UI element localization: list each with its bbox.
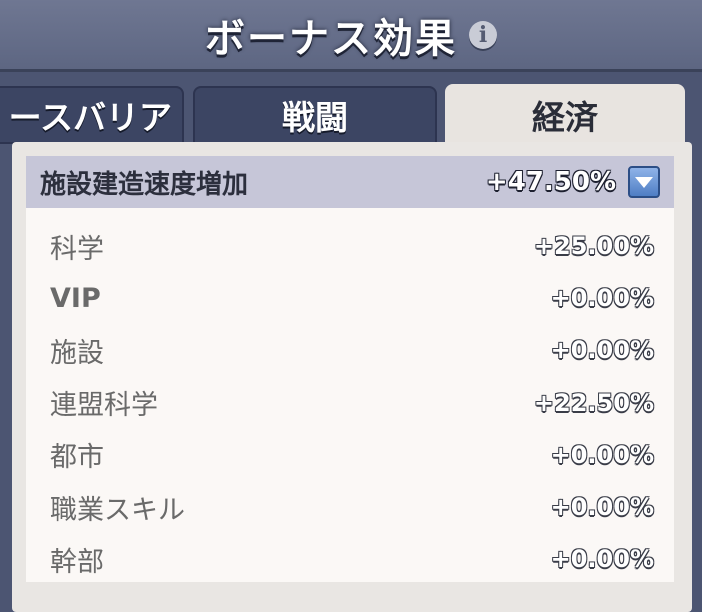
- page-title: ボーナス効果: [205, 15, 457, 62]
- bonus-panel: 施設建造速度増加 +47.50% 科学 +25.00% VIP +0.00% 施…: [12, 142, 692, 612]
- item-value: +22.50%: [533, 388, 654, 417]
- list-item: 職業スキル +0.00%: [26, 481, 674, 533]
- item-value: +0.00%: [550, 284, 654, 313]
- list-item: 都市 +0.00%: [26, 429, 674, 481]
- item-value: +0.00%: [550, 336, 654, 365]
- list-item: 施設 +0.00%: [26, 324, 674, 376]
- tab-label: 戦闘: [282, 98, 348, 137]
- tab-economy[interactable]: 経済: [445, 84, 685, 146]
- item-value: +0.00%: [550, 545, 654, 574]
- chevron-down-icon[interactable]: [628, 166, 660, 198]
- tab-battle[interactable]: 戦闘: [193, 86, 437, 144]
- item-label: 連盟科学: [50, 390, 158, 422]
- summary-label: 施設建造速度増加: [40, 169, 249, 200]
- item-value: +0.00%: [550, 493, 654, 522]
- info-icon[interactable]: i: [469, 20, 497, 49]
- item-label: 科学: [50, 233, 104, 265]
- tab-bar: ースバリア 戦闘 経済: [0, 80, 702, 146]
- header-bar: ボーナス効果 i: [0, 0, 702, 72]
- item-label: 施設: [50, 337, 104, 369]
- summary-row[interactable]: 施設建造速度増加 +47.50%: [26, 156, 674, 208]
- list-item: VIP +0.00%: [26, 272, 674, 324]
- item-label: VIP: [50, 282, 101, 314]
- item-value: +0.00%: [550, 440, 654, 469]
- list-item: 幹部 +0.00%: [26, 533, 674, 585]
- tab-label: ースバリア: [8, 98, 172, 137]
- tab-base-barrier[interactable]: ースバリア: [0, 86, 184, 144]
- item-label: 都市: [50, 442, 104, 474]
- item-label: 職業スキル: [50, 494, 185, 526]
- summary-value: +47.50%: [485, 167, 616, 197]
- list-item: 科学 +25.00%: [26, 220, 674, 272]
- tab-label: 経済: [532, 98, 598, 137]
- list-item: 連盟科学 +22.50%: [26, 377, 674, 429]
- bonus-breakdown-list: 科学 +25.00% VIP +0.00% 施設 +0.00% 連盟科学 +22…: [26, 208, 674, 582]
- item-label: 幹部: [50, 546, 104, 578]
- item-value: +25.00%: [533, 232, 654, 261]
